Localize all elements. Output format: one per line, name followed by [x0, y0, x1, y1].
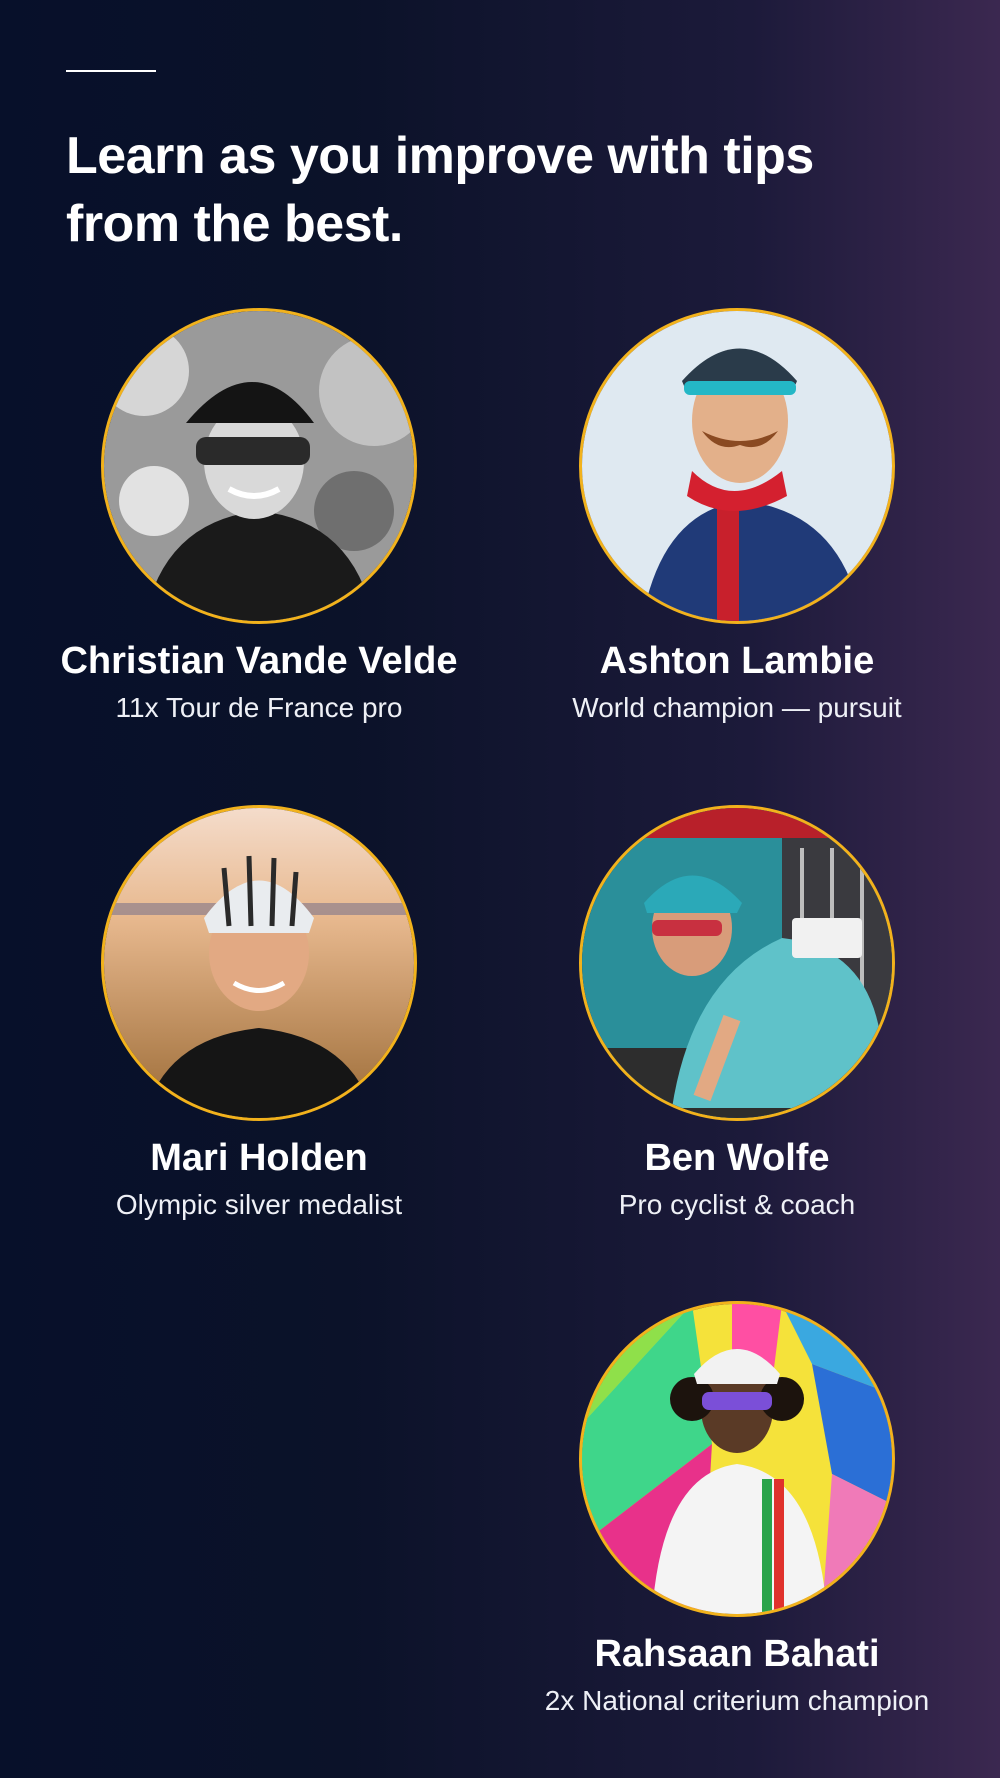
coach-role: World champion — pursuit [572, 692, 902, 723]
coach-photo [579, 308, 895, 624]
cyclist-portrait-image [582, 808, 892, 1118]
coach-name: Rahsaan Bahati [594, 1633, 880, 1675]
coach-role: Pro cyclist & coach [618, 1189, 856, 1220]
coach-photo [579, 1301, 895, 1617]
coach-role: 11x Tour de France pro [115, 692, 403, 723]
coach-role: Olympic silver medalist [115, 1189, 403, 1220]
coach-role: 2x National criterium champion [544, 1685, 930, 1716]
cyclist-portrait-image [104, 311, 414, 621]
coach-name: Ben Wolfe [644, 1137, 830, 1179]
coach-photo [101, 805, 417, 1121]
coach-name: Mari Holden [150, 1137, 368, 1179]
accent-rule [66, 70, 156, 72]
coach-name: Ashton Lambie [599, 640, 875, 682]
cyclist-portrait-image [582, 311, 892, 621]
coach-card: Ashton Lambie World champion — pursuit [487, 308, 987, 726]
coach-card: Ben Wolfe Pro cyclist & coach [487, 805, 987, 1223]
coach-photo [579, 805, 895, 1121]
page-headline: Learn as you improve with tips from the … [66, 127, 814, 253]
coach-photo [101, 308, 417, 624]
cyclist-portrait-image [104, 808, 414, 1118]
cyclist-portrait-image [582, 1304, 892, 1614]
coach-card: Rahsaan Bahati 2x National criterium cha… [487, 1301, 987, 1719]
coach-card: Christian Vande Velde 11x Tour de France… [9, 308, 509, 726]
coach-card: Mari Holden Olympic silver medalist [9, 805, 509, 1223]
coach-name: Christian Vande Velde [60, 640, 458, 682]
